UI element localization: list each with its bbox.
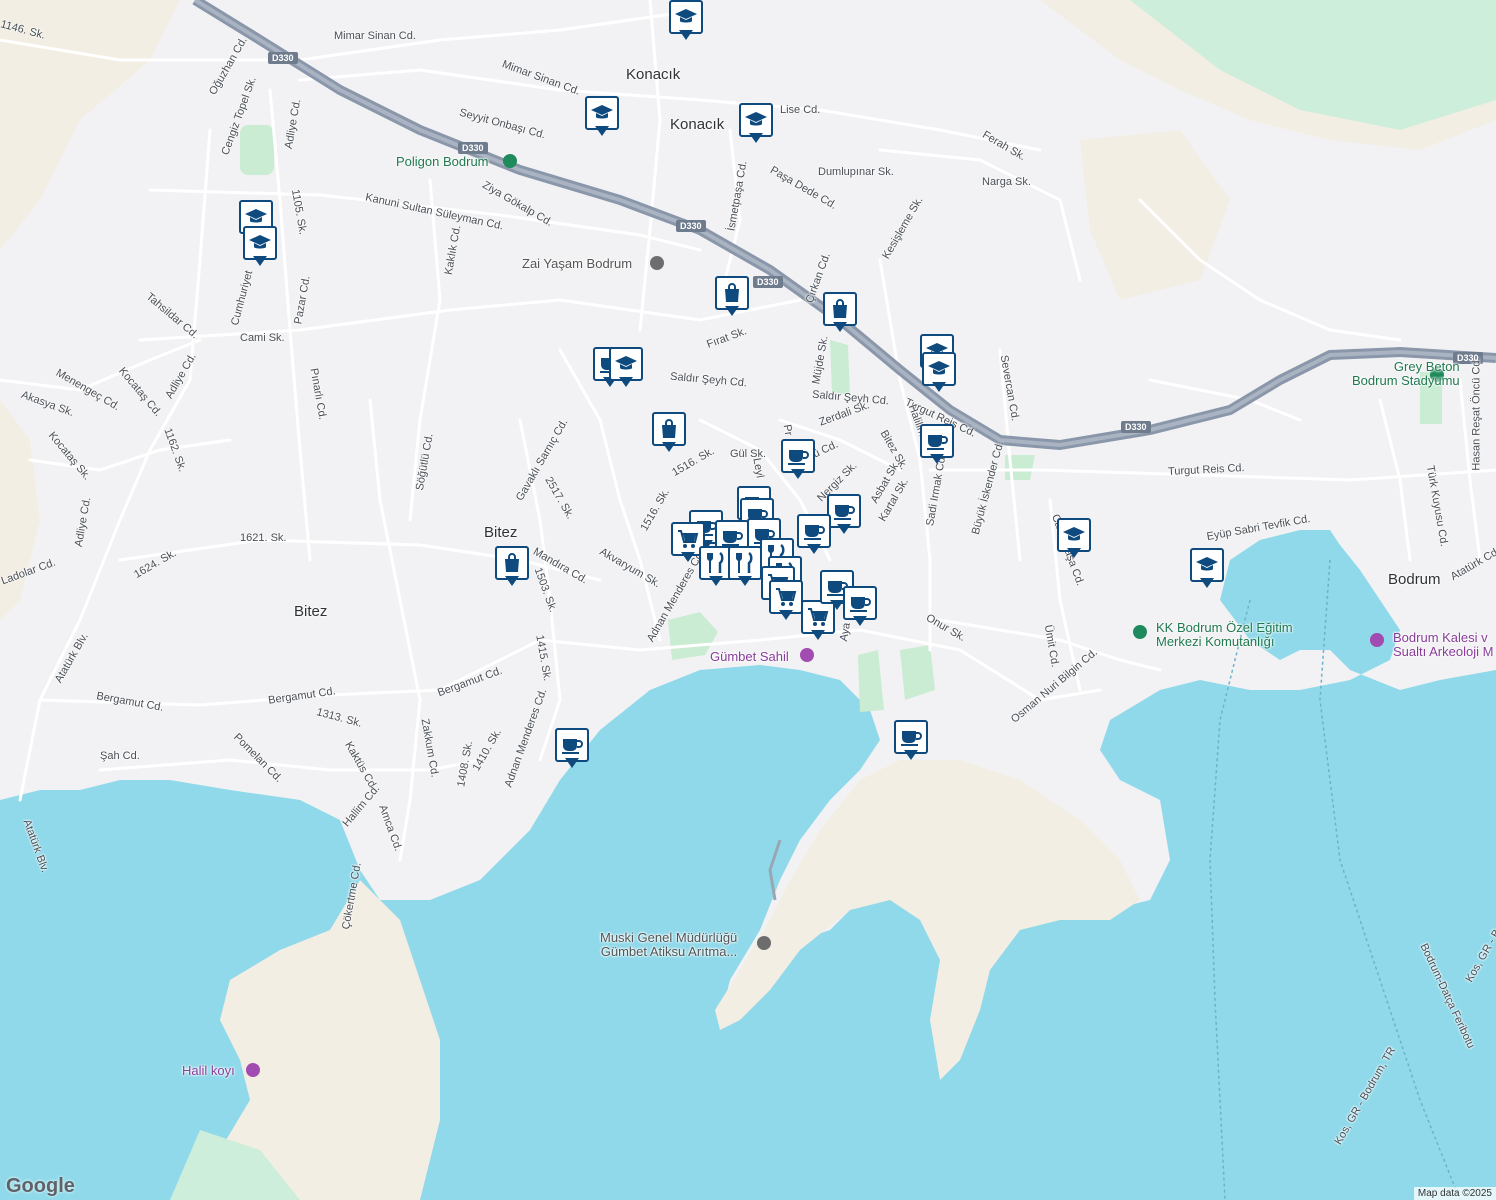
poi-label[interactable]: KK Bodrum Özel Eğitim Merkezi Komutanlığ… — [1156, 621, 1293, 649]
triangle-pin-icon[interactable] — [1133, 625, 1147, 639]
place-label: Bodrum — [1388, 571, 1441, 588]
poi-label[interactable]: Bodrum Kalesi v Sualtı Arkeoloji M — [1393, 631, 1493, 659]
place-label: Bitez — [294, 603, 328, 620]
google-logo: Google — [6, 1175, 75, 1197]
camera-pin-icon[interactable] — [800, 648, 814, 662]
poi-label[interactable]: Grey Beton Bodrum Stadyumu — [1352, 360, 1460, 388]
street-label: Lise Cd. — [780, 104, 821, 116]
basemap — [0, 0, 1496, 1200]
street-label: Dumlupınar Sk. — [818, 166, 894, 178]
shop-marker[interactable] — [715, 276, 749, 318]
cafe-marker[interactable] — [920, 424, 954, 466]
cafe-marker[interactable] — [827, 494, 861, 536]
street-label: Pr — [780, 423, 795, 437]
poi-label[interactable]: Zai Yaşam Bodrum — [522, 256, 632, 271]
highway-shield: D330 — [676, 220, 706, 232]
school-marker[interactable] — [669, 0, 703, 42]
street-label: Narga Sk. — [982, 176, 1031, 188]
cafe-marker[interactable] — [797, 514, 831, 556]
highway-shield: D330 — [1121, 421, 1151, 433]
school-marker[interactable] — [609, 347, 643, 389]
building-pin-icon[interactable] — [757, 936, 771, 950]
cafe-marker[interactable] — [555, 728, 589, 770]
school-marker[interactable] — [1057, 518, 1091, 560]
highway-shield: D330 — [458, 142, 488, 154]
highway-shield: D330 — [268, 52, 298, 64]
restaurant-marker[interactable] — [728, 546, 762, 588]
poi-label[interactable]: Gümbet Sahil — [710, 649, 789, 664]
highway-shield: D330 — [753, 276, 783, 288]
shopping-pin-icon[interactable] — [503, 154, 517, 168]
supermarket-marker[interactable] — [769, 580, 803, 622]
poi-label[interactable]: Muski Genel Müdürlüğü Gümbet Atiksu Arıt… — [600, 931, 737, 959]
camera-pin-icon[interactable] — [246, 1063, 260, 1077]
shop-marker[interactable] — [652, 412, 686, 454]
school-marker[interactable] — [739, 103, 773, 145]
shop-marker[interactable] — [495, 546, 529, 588]
place-label: Konacık — [626, 66, 681, 83]
poi-label[interactable]: Halil koyı — [182, 1063, 235, 1078]
place-label: Bitez — [484, 524, 518, 541]
street-label: Mimar Sinan Cd. — [334, 30, 416, 42]
school-marker[interactable] — [585, 96, 619, 138]
attribution[interactable]: Map data ©2025 — [1413, 1187, 1496, 1200]
school-marker[interactable] — [922, 352, 956, 394]
book-pin-icon[interactable] — [650, 256, 664, 270]
camera-pin-icon[interactable] — [1370, 633, 1384, 647]
street-label: 1621. Sk. — [240, 532, 287, 544]
shop-marker[interactable] — [823, 292, 857, 334]
map-canvas[interactable]: D330 D330 D330 D330 D330 D330 Konacık Ko… — [0, 0, 1496, 1200]
school-marker[interactable] — [1190, 548, 1224, 590]
poi-label[interactable]: Poligon Bodrum — [396, 154, 489, 169]
street-label: Şah Cd. — [100, 750, 140, 762]
cafe-marker[interactable] — [894, 720, 928, 762]
street-label: Cami Sk. — [240, 332, 285, 344]
school-marker[interactable] — [243, 226, 277, 268]
cafe-marker[interactable] — [843, 586, 877, 628]
street-label: Hasan Reşat Öncü Cd. — [1470, 357, 1483, 471]
cafe-marker[interactable] — [781, 439, 815, 481]
place-label: Konacık — [670, 116, 725, 133]
